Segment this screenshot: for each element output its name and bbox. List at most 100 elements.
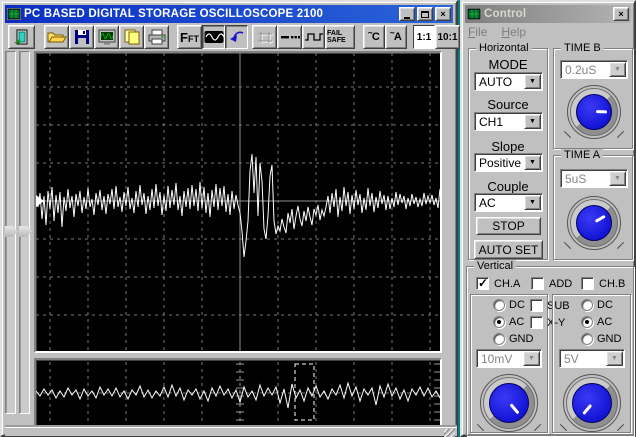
add-checkbox[interactable] <box>531 277 544 290</box>
horizontal-group-label: Horizontal <box>476 42 532 54</box>
desktop: { "main_window": { "title": "PC BASED DI… <box>0 0 636 437</box>
copy-button[interactable] <box>119 25 144 49</box>
main-window-title: PC BASED DIGITAL STORAGE OSCILLOSCOPE 21… <box>24 8 324 20</box>
source-dropdown-arrow-icon[interactable]: ▼ <box>524 114 541 129</box>
source-value: CH1 <box>479 114 504 129</box>
chb-panel: DC AC GND 5V ▼ <box>552 294 631 433</box>
cha-knob-pointer <box>481 375 537 431</box>
menu-help[interactable]: Help <box>501 25 526 41</box>
probe-1to1-button[interactable]: 1:1 <box>413 25 435 49</box>
refresh-arrow-button[interactable] <box>225 25 248 49</box>
cha-range-value: 10mV <box>481 351 513 366</box>
minimize-icon <box>404 16 410 19</box>
slope-select[interactable]: Positive ▼ <box>474 153 543 172</box>
cha-ac-radio[interactable] <box>493 316 505 328</box>
save-button[interactable] <box>69 25 94 49</box>
temp-a-label: ˜A <box>390 31 402 43</box>
time-a-knob[interactable] <box>563 196 625 250</box>
slope-dropdown-arrow-icon[interactable]: ▼ <box>524 155 541 170</box>
exit-button[interactable] <box>8 25 35 49</box>
zoom-window-indicator[interactable] <box>294 363 315 421</box>
sub-checkbox[interactable] <box>530 299 543 312</box>
chb-knob-pointer <box>564 375 620 431</box>
vertical-group-label: Vertical <box>474 260 517 272</box>
preview-display[interactable] <box>34 358 442 428</box>
xy-checkbox[interactable] <box>530 316 543 329</box>
cha-position-slider-thumb[interactable] <box>5 226 18 237</box>
knob-tick <box>476 423 485 432</box>
couple-dropdown-arrow-icon[interactable]: ▼ <box>524 195 541 210</box>
time-b-value: 0.2uS <box>565 62 597 77</box>
control-close-button[interactable]: × <box>613 7 629 21</box>
waveform-mode-button[interactable] <box>202 25 225 49</box>
auto-set-button[interactable]: AUTO SET <box>474 240 543 259</box>
grid-button <box>252 25 277 49</box>
chb-position-slider-thumb[interactable] <box>19 226 32 237</box>
add-checkbox-label: ADD <box>549 278 573 290</box>
cha-gnd-radio[interactable] <box>493 333 505 345</box>
resize-grip[interactable] <box>444 429 455 437</box>
scope-screen-icon <box>98 29 115 45</box>
control-window: Control × File Help Horizontal MODE AUTO… <box>460 0 636 437</box>
menu-file[interactable]: File <box>468 25 487 41</box>
chb-gain-knob[interactable] <box>559 374 625 432</box>
knob-tick <box>559 423 568 432</box>
vertical-group: Vertical CH.A ADD CH.B DC AC GND 10mV ▼ <box>466 260 634 436</box>
chb-ac-label: AC <box>597 316 613 328</box>
control-window-title: Control <box>484 8 527 20</box>
chb-gnd-radio[interactable] <box>581 333 593 345</box>
couple-value: AC <box>479 195 496 210</box>
dash-dots-icon <box>280 36 300 39</box>
trigger-level-marker[interactable] <box>36 195 44 207</box>
temp-a-button[interactable]: ˜A <box>385 25 407 49</box>
exit-door-icon <box>13 29 27 45</box>
chb-range-select: 5V ▼ <box>559 349 625 368</box>
mode-label: MODE <box>488 57 528 72</box>
square-wave-button[interactable] <box>302 25 325 49</box>
cha-dc-label: DC <box>509 299 525 311</box>
fft-button[interactable]: FFT <box>177 25 202 49</box>
cha-ac-label: AC <box>509 316 525 328</box>
time-b-knob-pointer <box>575 93 612 130</box>
square-wave-icon <box>304 33 323 41</box>
time-a-label: TIME A <box>561 149 604 161</box>
horizontal-group: Horizontal MODE AUTO ▼ Source CH1 ▼ Slop… <box>468 42 548 260</box>
fail-safe-label: FAIL SAFE <box>327 30 346 44</box>
source-select[interactable]: CH1 ▼ <box>474 112 543 131</box>
open-button[interactable] <box>44 25 69 49</box>
chb-ac-radio[interactable] <box>581 316 593 328</box>
mode-dropdown-arrow-icon[interactable]: ▼ <box>524 74 541 89</box>
knob-tick <box>563 130 572 139</box>
stop-button[interactable]: STOP <box>476 217 541 235</box>
cha-dc-radio[interactable] <box>493 299 505 311</box>
display-capture-button[interactable] <box>94 25 119 49</box>
minimize-button[interactable] <box>399 7 415 21</box>
chb-gnd-label: GND <box>597 333 622 345</box>
cha-checkbox[interactable] <box>476 276 489 290</box>
cha-gain-knob[interactable] <box>476 374 542 432</box>
close-button[interactable]: × <box>435 7 451 21</box>
time-b-knob[interactable] <box>563 85 625 139</box>
main-titlebar[interactable]: PC BASED DIGITAL STORAGE OSCILLOSCOPE 21… <box>5 5 453 23</box>
control-titlebar[interactable]: Control × <box>465 5 631 23</box>
probe-10to1-button[interactable]: 10:1 <box>435 25 460 49</box>
fft-label: FFT <box>180 29 199 45</box>
mode-select[interactable]: AUTO ▼ <box>474 72 543 91</box>
chb-dc-radio[interactable] <box>581 299 593 311</box>
control-icon <box>467 8 481 20</box>
print-button[interactable] <box>144 25 169 49</box>
chb-checkbox[interactable] <box>581 277 594 290</box>
fail-safe-button[interactable]: FAIL SAFE <box>325 25 355 49</box>
dotted-line-button[interactable] <box>277 25 302 49</box>
maximize-button[interactable] <box>417 7 433 21</box>
knob-tick <box>533 423 542 432</box>
source-label: Source <box>487 97 529 112</box>
temp-c-button[interactable]: ˜C <box>363 25 385 49</box>
couple-select[interactable]: AC ▼ <box>474 193 543 212</box>
notes-icon <box>124 29 139 45</box>
main-scope-display[interactable] <box>34 51 442 353</box>
close-icon: × <box>440 8 446 19</box>
probe-10to1-label: 10:1 <box>437 31 458 43</box>
sine-wave-icon <box>204 31 224 43</box>
time-b-label: TIME B <box>561 42 604 54</box>
